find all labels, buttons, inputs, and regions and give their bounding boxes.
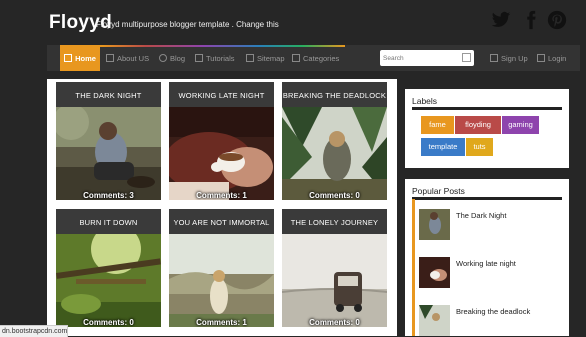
search-input[interactable] xyxy=(383,52,455,64)
nav-sitemap[interactable]: Sitemap xyxy=(246,45,285,71)
search-icon[interactable] xyxy=(462,53,471,62)
site-tagline: Floyyd multipurpose blogger template . C… xyxy=(96,20,279,29)
facebook-icon[interactable] xyxy=(521,10,541,30)
nav-tutorials[interactable]: Tutorials xyxy=(195,45,234,71)
popular-title: Popular Posts xyxy=(412,186,465,196)
post-title[interactable]: THE DARK NIGHT xyxy=(56,82,161,107)
info-icon xyxy=(106,54,114,62)
post-title[interactable]: YOU ARE NOT IMMORTAL xyxy=(169,209,274,234)
post-title[interactable]: WORKING LATE NIGHT xyxy=(169,82,274,107)
post-image[interactable]: Comments: 0 xyxy=(282,107,387,200)
post-card[interactable]: WORKING LATE NIGHT Comments: 1 xyxy=(169,82,274,200)
labels-title: Labels xyxy=(412,96,438,106)
popular-post-thumb[interactable] xyxy=(419,257,450,288)
accent-line xyxy=(412,199,415,336)
comment-count[interactable]: Comments: 1 xyxy=(169,191,274,200)
home-icon xyxy=(64,54,73,62)
popular-post-thumb[interactable] xyxy=(419,209,450,240)
popular-post-thumb[interactable] xyxy=(419,305,450,336)
book-icon xyxy=(195,54,203,62)
tag-tuts[interactable]: tuts xyxy=(466,138,493,156)
post-card[interactable]: YOU ARE NOT IMMORTAL Comments: 1 xyxy=(169,209,274,327)
comment-count[interactable]: Comments: 3 xyxy=(56,191,161,200)
browser-status-url: dn.bootstrapcdn.com xyxy=(0,325,68,337)
post-title[interactable]: THE LONELY JOURNEY xyxy=(282,209,387,234)
post-image[interactable]: Comments: 0 xyxy=(282,234,387,327)
folder-icon xyxy=(292,54,300,62)
tag-floyding[interactable]: floyding xyxy=(455,116,501,134)
popular-post-title[interactable]: Working late night xyxy=(456,259,516,268)
post-card[interactable]: BREAKING THE DEADLOCK Comments: 0 xyxy=(282,82,387,200)
post-title[interactable]: BURN IT DOWN xyxy=(56,209,161,234)
pinterest-icon[interactable] xyxy=(547,10,567,30)
nav-about[interactable]: About US xyxy=(106,45,149,71)
post-image[interactable]: Comments: 1 xyxy=(169,234,274,327)
divider xyxy=(412,107,562,110)
post-card[interactable]: THE LONELY JOURNEY Comments: 0 xyxy=(282,209,387,327)
comment-count[interactable]: Comments: 0 xyxy=(282,318,387,327)
post-image[interactable]: Comments: 0 xyxy=(56,234,161,327)
search-box xyxy=(380,50,474,66)
labels-widget: Labels fame floyding gaming template tut… xyxy=(405,89,569,168)
nav-signup[interactable]: Sign Up xyxy=(490,45,528,71)
post-title[interactable]: BREAKING THE DEADLOCK xyxy=(282,82,387,107)
tag-template[interactable]: template xyxy=(421,138,465,156)
popular-post-title[interactable]: The Dark Night xyxy=(456,211,506,220)
sitemap-icon xyxy=(246,54,254,62)
user-icon xyxy=(490,54,498,62)
login-icon xyxy=(537,54,545,62)
post-image[interactable]: Comments: 1 xyxy=(169,107,274,200)
nav-blog[interactable]: Blog xyxy=(159,45,185,71)
tag-gaming[interactable]: gaming xyxy=(502,116,539,134)
nav-home[interactable]: Home xyxy=(60,45,100,71)
comment-count[interactable]: Comments: 0 xyxy=(56,318,161,327)
cloud-icon xyxy=(159,54,167,62)
post-card[interactable]: BURN IT DOWN Comments: 0 xyxy=(56,209,161,327)
popular-post-title[interactable]: Breaking the deadlock xyxy=(456,307,530,316)
site-header: Floyyd Floyyd multipurpose blogger templ… xyxy=(0,0,586,46)
post-image[interactable]: Comments: 3 xyxy=(56,107,161,200)
comment-count[interactable]: Comments: 1 xyxy=(169,318,274,327)
nav-categories[interactable]: Categories xyxy=(292,45,339,71)
divider xyxy=(412,197,562,200)
popular-posts-widget: Popular Posts The Dark Night Working lat… xyxy=(405,179,569,336)
tag-fame[interactable]: fame xyxy=(421,116,454,134)
twitter-icon[interactable] xyxy=(491,10,511,30)
post-card[interactable]: THE DARK NIGHT Comments: 3 xyxy=(56,82,161,200)
nav-login[interactable]: Login xyxy=(537,45,566,71)
comment-count[interactable]: Comments: 0 xyxy=(282,191,387,200)
